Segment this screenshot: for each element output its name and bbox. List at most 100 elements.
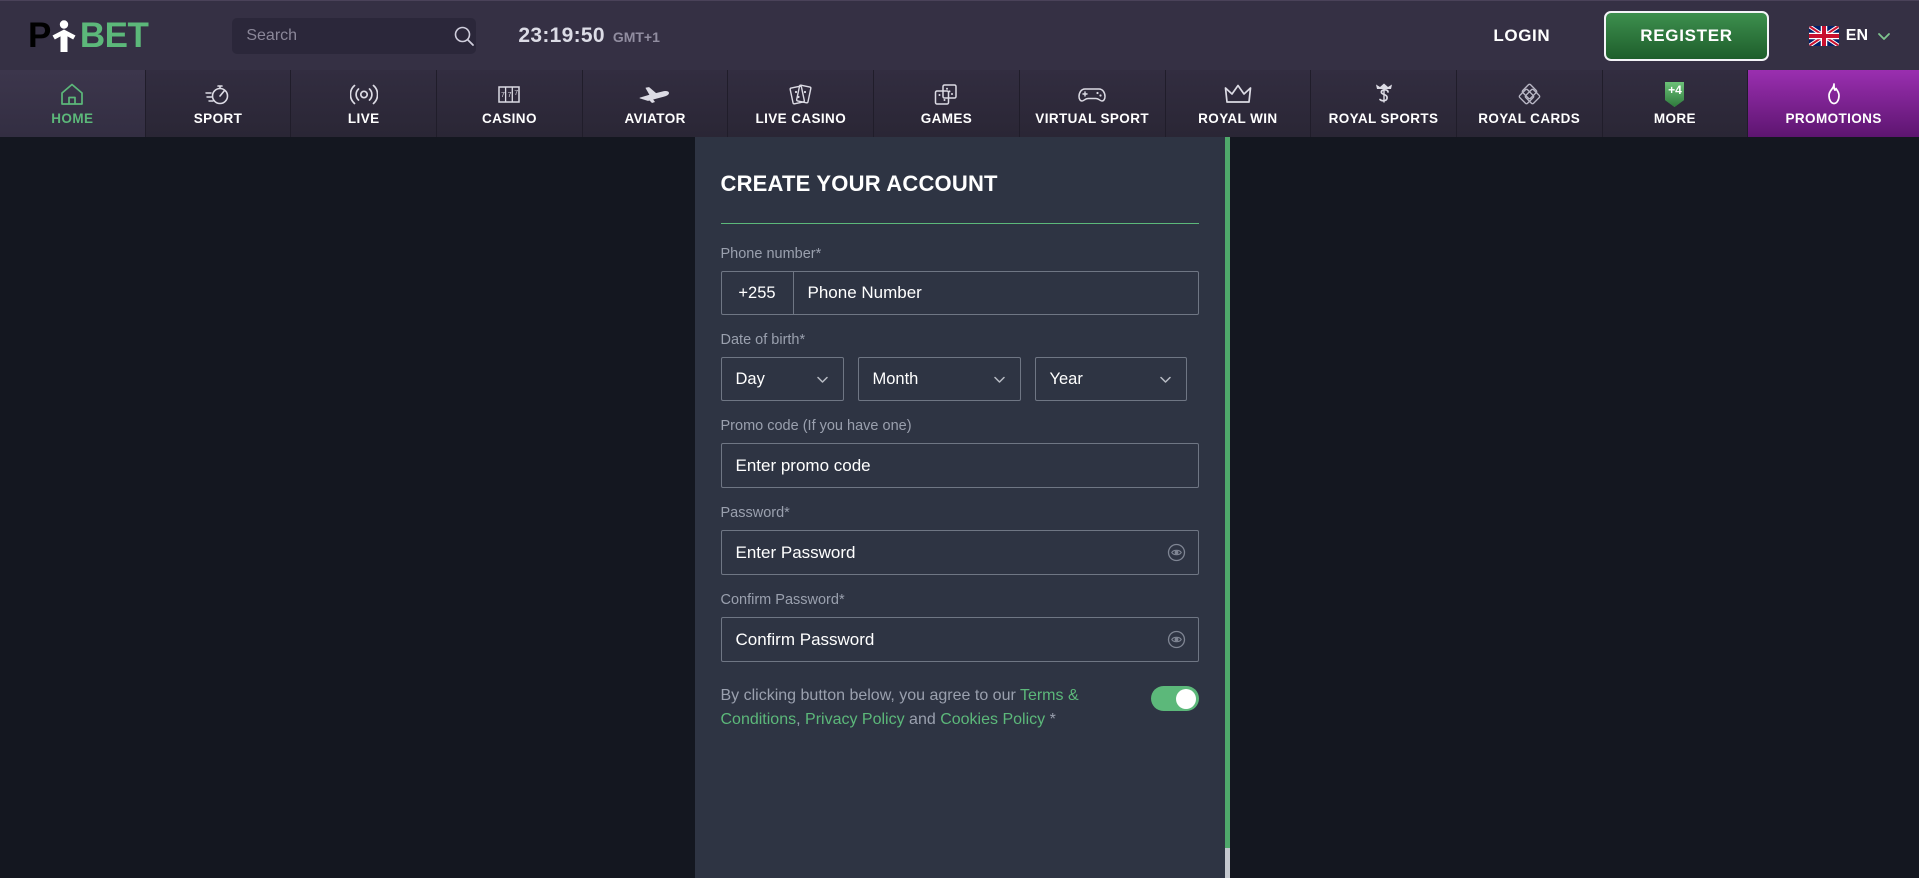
clock-time: 23:19:50 <box>518 23 605 47</box>
search-input[interactable] <box>246 26 454 45</box>
eye-icon[interactable] <box>1167 630 1186 649</box>
field-date-of-birth: Date of birth* Day Month Year <box>720 332 1199 401</box>
nav-label-home: HOME <box>51 110 94 126</box>
chevron-down-icon[interactable] <box>1157 371 1174 388</box>
dob-month-value: Month <box>872 369 919 388</box>
dob-day-value: Day <box>735 369 765 388</box>
promo-input[interactable] <box>735 455 1186 476</box>
card-scrollbar[interactable] <box>1224 137 1230 878</box>
stopwatch-icon <box>205 82 231 107</box>
field-promo-code: Promo code (If you have one) <box>720 418 1199 488</box>
chevron-down-icon[interactable] <box>1875 27 1893 45</box>
password-input-wrap[interactable] <box>720 530 1199 575</box>
nav-item-royal-cards[interactable]: ROYAL CARDS <box>1456 70 1603 137</box>
terms-separator: , <box>796 710 801 728</box>
nav-label-virtual-sport: VIRTUAL SPORT <box>1035 110 1150 126</box>
nav-item-virtual-sport[interactable]: VIRTUAL SPORT <box>1019 70 1166 137</box>
dob-year-select[interactable]: Year <box>1034 357 1187 401</box>
language-selector[interactable]: EN <box>1807 23 1893 48</box>
eye-icon[interactable] <box>1167 543 1186 562</box>
nav-label-royal-cards: ROYAL CARDS <box>1478 110 1581 126</box>
terms-accept-toggle[interactable] <box>1150 686 1199 711</box>
chevron-down-icon[interactable] <box>814 371 831 388</box>
nav-item-royal-win[interactable]: ROYAL WIN <box>1165 70 1312 137</box>
nav-item-more[interactable]: +4 MORE <box>1602 70 1749 137</box>
confirm-password-input[interactable] <box>735 629 1167 650</box>
registration-card-wrapper: CREATE YOUR ACCOUNT Phone number* +255 D… <box>694 137 1230 878</box>
chevron-down-icon[interactable] <box>991 371 1008 388</box>
nav-item-live[interactable]: LIVE <box>291 70 438 137</box>
search-box[interactable] <box>232 17 477 54</box>
nav-label-more: MORE <box>1653 110 1696 126</box>
nav-label-live: LIVE <box>347 110 380 126</box>
nav-item-casino[interactable]: 7 7 7 CASINO <box>437 70 583 137</box>
cookies-policy-link[interactable]: Cookies Policy <box>940 711 1045 728</box>
terms-agreement-row: By clicking button below, you agree to o… <box>721 684 1199 751</box>
server-clock: 23:19:50 GMT+1 <box>518 24 660 48</box>
slot-machine-icon: 7 7 7 <box>496 82 522 107</box>
nav-label-sport: SPORT <box>193 110 243 126</box>
gamepad-icon <box>1077 82 1107 107</box>
registration-card: CREATE YOUR ACCOUNT Phone number* +255 D… <box>694 137 1225 878</box>
nav-item-royal-sports[interactable]: ROYAL SPORTS <box>1311 70 1457 137</box>
terms-required-mark: * <box>1049 710 1056 728</box>
dob-select-row: Day Month Year <box>720 357 1199 401</box>
nav-label-games: GAMES <box>920 110 973 126</box>
scrollbar-track-end[interactable] <box>1224 848 1230 878</box>
nav-item-aviator[interactable]: AVIATOR <box>582 70 729 137</box>
nav-label-royal-sports: ROYAL SPORTS <box>1328 110 1439 126</box>
toggle-knob <box>1176 688 1196 709</box>
nav-label-live-casino: LIVE CASINO <box>755 110 847 126</box>
page-main: CREATE YOUR ACCOUNT Phone number* +255 D… <box>0 137 1919 878</box>
nav-item-sport[interactable]: SPORT <box>145 70 292 137</box>
nav-item-home[interactable]: HOME <box>0 70 146 137</box>
dob-year-value: Year <box>1049 369 1083 388</box>
phone-country-code[interactable]: +255 <box>722 272 794 314</box>
phone-input-row[interactable]: +255 <box>720 271 1199 315</box>
login-button[interactable]: LOGIN <box>1471 16 1572 56</box>
brand-name-suffix: BET <box>79 16 149 55</box>
playing-cards-icon <box>787 82 815 107</box>
terms-text: By clicking button below, you agree to o… <box>721 684 1135 731</box>
main-navigation: HOME SPORT LIVE 7 7 7 CASINO AVIATOR LIV… <box>0 70 1919 137</box>
search-icon[interactable] <box>453 25 475 47</box>
nav-label-promotions: PROMOTIONS <box>1785 110 1882 126</box>
promo-label: Promo code (If you have one) <box>720 418 912 434</box>
promo-input-wrap[interactable] <box>720 443 1199 488</box>
terms-conjunction: and <box>909 710 936 728</box>
scrollbar-thumb[interactable] <box>1224 137 1230 849</box>
broadcast-icon <box>349 82 378 107</box>
privacy-policy-link[interactable]: Privacy Policy <box>805 711 905 728</box>
top-header: P BET 23:19:50 GMT+1 LOGIN REGISTER <box>0 0 1919 70</box>
ribbon-badge-icon: +4 <box>1661 81 1688 108</box>
dob-month-select[interactable]: Month <box>857 357 1021 401</box>
svg-text:7: 7 <box>508 92 512 99</box>
field-phone: Phone number* +255 <box>720 246 1199 315</box>
field-password: Password* <box>720 505 1199 575</box>
field-confirm-password: Confirm Password* <box>720 592 1199 662</box>
stacked-cards-icon <box>1515 82 1543 107</box>
crowned-s-icon <box>1372 82 1396 107</box>
brand-logo[interactable]: P BET <box>28 16 149 55</box>
register-button[interactable]: REGISTER <box>1604 10 1769 61</box>
flame-icon <box>1821 82 1847 107</box>
confirm-password-input-wrap[interactable] <box>720 617 1199 662</box>
uk-flag-icon <box>1807 23 1840 48</box>
dob-day-select[interactable]: Day <box>720 357 844 401</box>
svg-text:7: 7 <box>515 90 519 97</box>
svg-text:7: 7 <box>501 92 505 99</box>
phone-input[interactable] <box>793 272 1198 314</box>
header-actions: LOGIN REGISTER EN <box>1471 10 1893 61</box>
more-badge-count: +4 <box>1668 82 1682 97</box>
nav-item-promotions[interactable]: PROMOTIONS <box>1748 70 1919 137</box>
language-code: EN <box>1845 26 1868 44</box>
nav-label-casino: CASINO <box>481 110 537 126</box>
confirm-password-label: Confirm Password* <box>720 592 845 608</box>
nav-item-live-casino[interactable]: LIVE CASINO <box>728 70 875 137</box>
dice-icon <box>933 82 959 107</box>
more-count-badge: +4 <box>1661 81 1688 108</box>
password-input[interactable] <box>735 542 1167 563</box>
nav-label-aviator: AVIATOR <box>624 110 686 126</box>
nav-item-games[interactable]: GAMES <box>874 70 1020 137</box>
title-divider <box>720 223 1199 224</box>
